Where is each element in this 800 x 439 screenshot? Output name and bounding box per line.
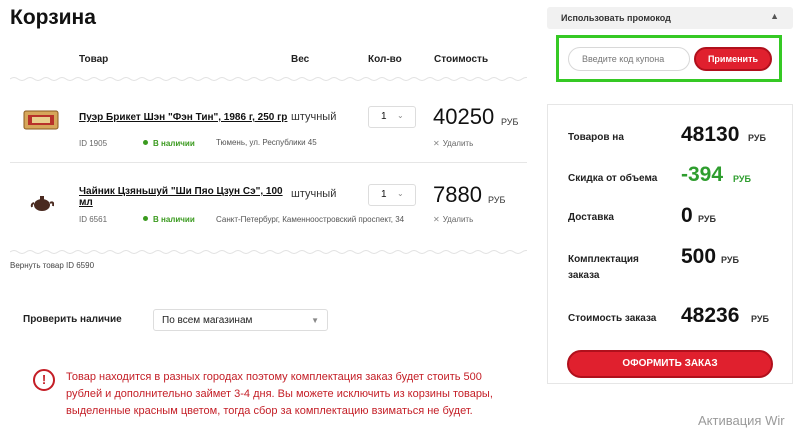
exclamation-circle-icon: ! — [33, 369, 55, 391]
availability-label: В наличии — [153, 215, 195, 224]
row-divider — [10, 162, 527, 163]
store-filter-value: По всем магазинам — [162, 315, 253, 326]
quantity-select[interactable]: 1 ⌄ — [368, 184, 416, 206]
items-divider — [10, 250, 527, 254]
column-header-qty: Кол-во — [368, 54, 402, 65]
goods-total-label: Товаров на — [568, 132, 624, 143]
availability-status: В наличии — [143, 215, 195, 224]
column-header-weight: Вес — [291, 54, 310, 65]
quantity-select[interactable]: 1 ⌄ — [368, 106, 416, 128]
product-link[interactable]: Пуэр Брикет Шэн "Фэн Тин", 1986 г, 250 г… — [79, 112, 289, 123]
order-summary: Товаров на 48130 РУБ Скидка от объема -3… — [547, 104, 793, 384]
chevron-down-icon: ⌄ — [397, 111, 404, 120]
availability-status: В наличии — [143, 139, 195, 148]
apply-coupon-button[interactable]: Применить — [694, 47, 772, 71]
chevron-down-icon: ▼ — [311, 316, 319, 325]
return-item-link[interactable]: Вернуть товар ID 6590 — [10, 261, 94, 270]
product-price: 40250 — [433, 104, 495, 129]
goods-total-value: 48130 — [681, 123, 740, 146]
store-address: Санкт-Петербург, Каменноостровский просп… — [216, 215, 405, 224]
assembly-value: 500 — [681, 245, 717, 268]
order-total-value: 48236 — [681, 304, 740, 327]
product-price: 7880 — [433, 182, 482, 207]
price-currency: РУБ — [501, 117, 519, 127]
availability-label: В наличии — [153, 139, 195, 148]
order-total-label: Стоимость заказа — [568, 313, 657, 324]
order-total-currency: РУБ — [751, 314, 769, 324]
product-id: ID 1905 — [79, 139, 108, 148]
delete-label: Удалить — [442, 139, 474, 148]
promo-code-panel: Применить — [556, 35, 782, 82]
promo-code-title: Использовать промокод — [561, 13, 671, 23]
product-thumbnail-puer-brick[interactable] — [23, 108, 59, 132]
discount-value: -394 — [681, 163, 724, 186]
chevron-up-icon: ▲ — [770, 11, 779, 21]
delivery-label: Доставка — [568, 212, 614, 223]
store-address: Тюмень, ул. Республики 45 — [216, 138, 317, 147]
price-currency: РУБ — [488, 195, 506, 205]
checkout-button[interactable]: ОФОРМИТЬ ЗАКАЗ — [567, 350, 773, 378]
status-dot-icon — [143, 140, 148, 145]
store-filter-select[interactable]: По всем магазинам ▼ — [153, 309, 328, 331]
column-header-cost: Стоимость — [434, 54, 489, 65]
delete-button[interactable]: ✕ Удалить — [433, 215, 473, 224]
assembly-label: Комплектация заказа — [568, 254, 639, 281]
discount-currency: РУБ — [733, 174, 751, 184]
header-divider — [10, 77, 527, 81]
assembly-currency: РУБ — [721, 255, 739, 265]
close-icon: ✕ — [433, 139, 440, 148]
goods-total-currency: РУБ — [748, 133, 766, 143]
product-unit: штучный — [291, 188, 337, 200]
status-dot-icon — [143, 216, 148, 221]
delivery-value: 0 — [681, 204, 693, 227]
product-link[interactable]: Чайник Цзяньшуй "Ши Пяо Цзун Сэ", 100 мл — [79, 186, 289, 208]
quantity-value: 1 — [381, 111, 387, 122]
discount-label: Скидка от объема — [568, 173, 658, 184]
coupon-input[interactable] — [568, 47, 690, 71]
quantity-value: 1 — [381, 189, 387, 200]
close-icon: ✕ — [433, 215, 440, 224]
delete-button[interactable]: ✕ Удалить — [433, 139, 473, 148]
page-title: Корзина — [10, 6, 96, 29]
delete-label: Удалить — [442, 215, 474, 224]
activation-watermark: Активация Wir — [698, 413, 785, 428]
column-header-product: Товар — [79, 54, 109, 65]
product-unit: штучный — [291, 111, 337, 123]
assembly-warning-text: Товар находится в разных городах поэтому… — [66, 371, 493, 417]
product-id: ID 6561 — [79, 215, 108, 224]
delivery-currency: РУБ — [698, 214, 716, 224]
chevron-down-icon: ⌄ — [397, 189, 404, 198]
promo-code-toggle[interactable]: Использовать промокод ▲ — [547, 7, 793, 29]
product-thumbnail-teapot[interactable] — [30, 190, 55, 214]
availability-check-label: Проверить наличие — [23, 314, 122, 325]
